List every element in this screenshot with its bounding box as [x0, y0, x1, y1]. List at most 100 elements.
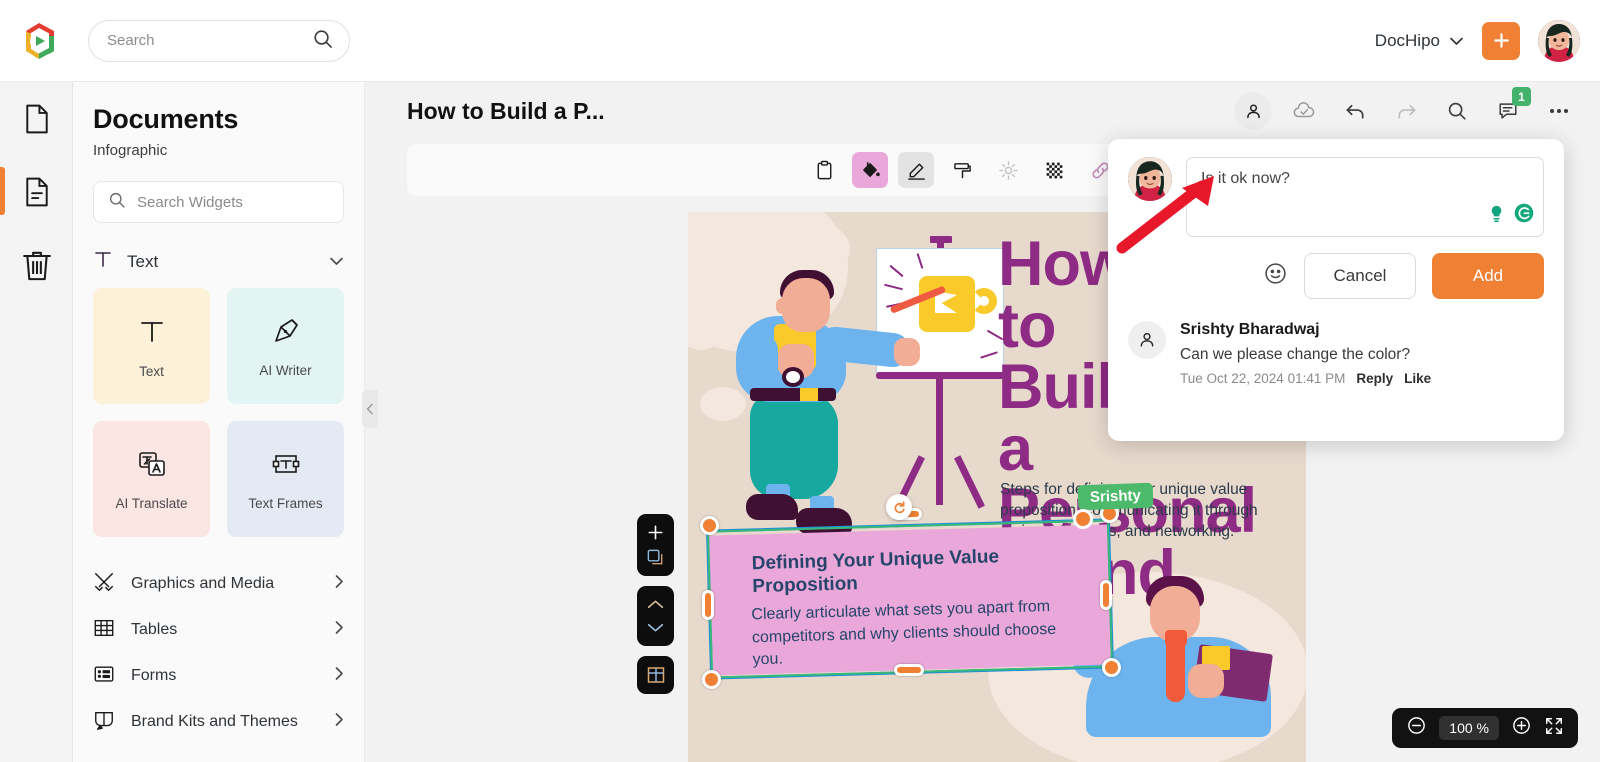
zoom-control: 100 % [1392, 708, 1578, 748]
comment-actions: Cancel Add [1128, 253, 1544, 299]
sidebar-item-graphics-and-media[interactable]: Graphics and Media [93, 561, 344, 607]
create-new-button[interactable] [1482, 21, 1520, 60]
resize-handle-right[interactable] [1100, 580, 1112, 610]
search-canvas-icon[interactable] [1438, 92, 1476, 130]
grammarly-icon[interactable] [1513, 202, 1535, 229]
sidebar-item-forms[interactable]: Forms [93, 653, 344, 699]
mug-graphic [919, 276, 975, 332]
decor-blob [780, 222, 850, 277]
comment-thread-item: Srishty Bharadwaj Can we please change t… [1128, 321, 1544, 386]
chevron-right-icon [334, 574, 344, 594]
search-icon [108, 191, 126, 214]
cloud-check-icon[interactable] [1285, 92, 1323, 130]
chevron-down-icon[interactable] [329, 253, 344, 271]
user-avatar[interactable] [1538, 19, 1580, 62]
workspace-selector[interactable]: DocHipo [1375, 31, 1464, 51]
resize-handle-left[interactable] [702, 590, 714, 620]
decor-blob [700, 387, 746, 421]
undo-icon[interactable] [1336, 92, 1374, 130]
mug-handle-graphic [971, 288, 997, 314]
comment-author: Srishty Bharadwaj [1180, 321, 1320, 338]
sidebar-item-widgets[interactable] [0, 155, 73, 228]
paint-roller-icon[interactable] [944, 152, 980, 188]
add-button[interactable]: Add [1432, 253, 1544, 299]
app-root: DocHipo [0, 0, 1600, 762]
add-page-tool[interactable] [637, 514, 674, 576]
search-icon[interactable] [312, 28, 333, 54]
sidebar-item-label: Graphics and Media [131, 575, 275, 592]
zoom-level-value[interactable]: 100 % [1439, 716, 1499, 740]
widget-card-label: AI Translate [115, 495, 188, 511]
comment-compose-row: Is it ok now? [1128, 157, 1544, 237]
sidebar-item-brand-kits-and-themes[interactable]: Brand Kits and Themes [93, 699, 344, 745]
widget-group-text[interactable]: Text [93, 249, 344, 274]
widget-card-label: AI Writer [259, 362, 312, 378]
sidebar-item-tables[interactable]: Tables [93, 607, 344, 653]
widget-card-label: Text Frames [248, 495, 323, 511]
brand-kit-icon [93, 709, 115, 736]
page-nav-tool[interactable] [637, 586, 674, 646]
resize-handle-bl[interactable] [702, 670, 721, 689]
paint-bucket-icon[interactable] [852, 152, 888, 188]
brightness-sun-icon[interactable] [990, 152, 1026, 188]
commenter-avatar [1128, 157, 1172, 201]
widget-card-grid: Text AI Writer AI Translate Text Frames [93, 288, 344, 537]
grid-view-tool[interactable] [637, 656, 674, 694]
widget-panel: Documents Infographic Text [73, 82, 365, 762]
left-icon-rail [0, 82, 73, 762]
pen-nib-icon [270, 315, 302, 352]
document-header: How to Build a P... 1 [365, 82, 1600, 140]
global-search[interactable] [88, 19, 350, 62]
comment-assist-icons [1486, 202, 1535, 229]
widget-card-ai-translate[interactable]: AI Translate [93, 421, 210, 537]
panel-collapse-handle[interactable] [362, 390, 378, 428]
comment-popover: Is it ok now? Cancel Add Srishty Bharadw… [1108, 139, 1564, 441]
translate-icon [136, 448, 168, 485]
fullscreen-icon[interactable] [1544, 716, 1564, 741]
zoom-out-icon[interactable] [1406, 715, 1427, 741]
comment-timestamp: Tue Oct 22, 2024 01:41 PM [1180, 371, 1346, 386]
collaborator-marker[interactable] [1073, 509, 1093, 529]
pencil-underline-icon[interactable] [898, 152, 934, 188]
widget-category-list: Graphics and Media Tables Forms Brand Ki… [93, 561, 344, 745]
sidebar-item-pages[interactable] [0, 82, 73, 155]
chevron-down-icon [1449, 31, 1464, 51]
table-grid-icon [93, 617, 115, 644]
person-icon [1128, 321, 1166, 359]
lightbulb-idea-icon[interactable] [1486, 203, 1507, 229]
search-widgets-input[interactable] [137, 193, 336, 211]
clipboard-icon[interactable] [806, 152, 842, 188]
top-bar: DocHipo [0, 0, 1600, 82]
comments-icon[interactable]: 1 [1489, 87, 1531, 130]
rotate-icon[interactable] [886, 494, 912, 520]
comment-input[interactable]: Is it ok now? [1186, 157, 1544, 237]
share-user-icon[interactable] [1234, 92, 1272, 130]
resize-handle-tl[interactable] [700, 516, 719, 535]
comment-body: Srishty Bharadwaj Can we please change t… [1180, 321, 1431, 386]
zoom-in-icon[interactable] [1511, 715, 1532, 741]
dochipo-logo-icon[interactable] [18, 20, 60, 62]
resize-handle-bottom[interactable] [894, 664, 924, 676]
chevron-right-icon [334, 666, 344, 686]
cancel-button[interactable]: Cancel [1304, 253, 1416, 299]
reply-link[interactable]: Reply [1356, 371, 1393, 386]
selection-frame [705, 518, 1115, 680]
sidebar-item-label: Forms [131, 667, 177, 684]
widget-search[interactable] [93, 181, 344, 223]
document-title[interactable]: How to Build a P... [407, 98, 605, 125]
like-link[interactable]: Like [1404, 371, 1431, 386]
checkerboard-icon[interactable] [1036, 152, 1072, 188]
canvas-float-tools [637, 514, 674, 694]
workspace-label: DocHipo [1374, 30, 1440, 50]
resize-handle-br[interactable] [1102, 658, 1121, 677]
sidebar-item-trash[interactable] [0, 228, 73, 301]
text-frame-icon [270, 448, 302, 485]
emoji-smiley-icon[interactable] [1263, 261, 1288, 291]
widget-card-text[interactable]: Text [93, 288, 210, 404]
more-options-icon[interactable] [1540, 92, 1578, 130]
redo-icon[interactable] [1387, 92, 1425, 130]
search-input[interactable] [107, 32, 312, 49]
collaborator-tag: Srishty [1077, 482, 1154, 511]
widget-card-text-frames[interactable]: Text Frames [227, 421, 344, 537]
widget-card-ai-writer[interactable]: AI Writer [227, 288, 344, 404]
